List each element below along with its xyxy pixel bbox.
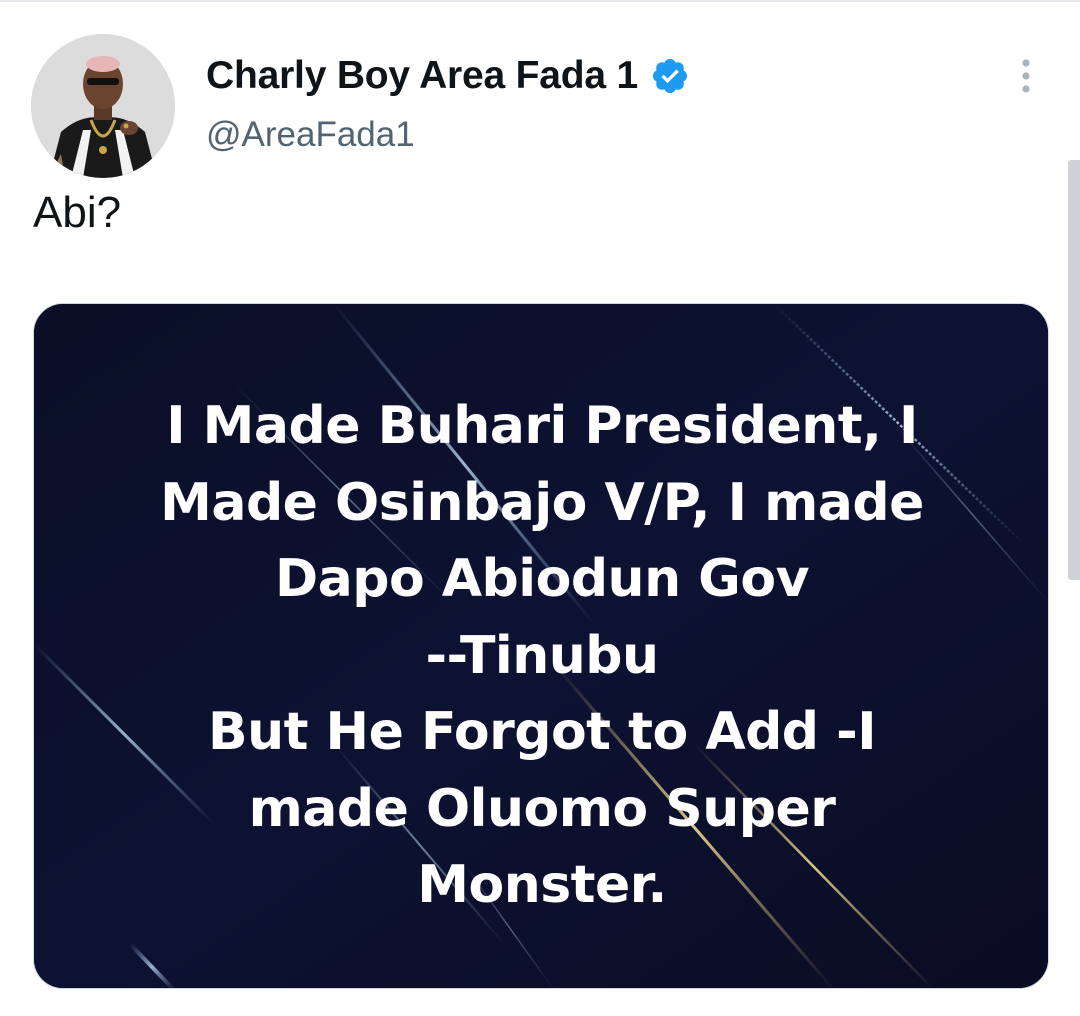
user-handle[interactable]: @AreaFada1 <box>206 115 415 155</box>
tweet-media-image[interactable]: I Made Buhari President, I Made Osinbajo… <box>33 303 1049 989</box>
media-line-4: --Tinubu <box>425 625 659 686</box>
media-line-3: Dapo Abiodun Gov <box>275 549 810 609</box>
avatar-image <box>31 34 175 178</box>
media-line-6: made Oluomo Super <box>248 778 836 839</box>
top-divider <box>0 0 1080 2</box>
more-options-button[interactable] <box>1006 52 1046 100</box>
media-caption: I Made Buhari President, I Made Osinbajo… <box>34 388 1048 924</box>
vertical-ellipsis-icon <box>1022 59 1030 93</box>
tweet-view: Charly Boy Area Fada 1 @AreaFada1 Abi? I… <box>0 0 1080 1016</box>
scrollbar[interactable] <box>1068 160 1080 580</box>
media-line-2: Made Osinbajo V/P, I made <box>160 472 924 533</box>
media-line-5: But He Forgot to Add -I <box>207 702 877 762</box>
media-line-1: I Made Buhari President, I <box>166 396 918 456</box>
avatar[interactable] <box>31 34 175 178</box>
display-name[interactable]: Charly Boy Area Fada 1 <box>206 54 638 98</box>
tweet-text: Abi? <box>33 188 122 237</box>
verified-badge-icon <box>650 56 690 96</box>
display-name-row[interactable]: Charly Boy Area Fada 1 <box>206 50 690 102</box>
media-line-7: Monster. <box>417 855 667 915</box>
